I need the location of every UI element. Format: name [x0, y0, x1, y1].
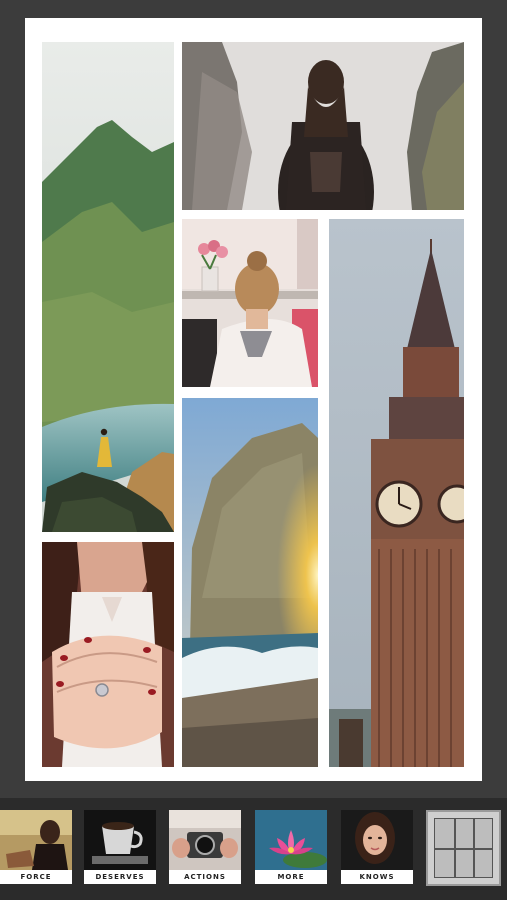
camera-photo-icon: [169, 810, 241, 870]
cell-sea-rock[interactable]: [182, 398, 318, 767]
grid-layout-icon: [434, 818, 493, 878]
thumbnail-force[interactable]: FORCE: [0, 810, 72, 884]
cell-mountain-lake[interactable]: [42, 42, 174, 532]
thumbnail-label: KNOWS: [341, 870, 413, 884]
woman-sitting-photo-icon: [0, 810, 72, 870]
thumbnail-more[interactable]: MORE: [255, 810, 327, 884]
thumbnail-label: FORCE: [0, 870, 72, 884]
thumbnail-label: DESERVES: [84, 870, 156, 884]
thumbnail-knows[interactable]: KNOWS: [341, 810, 413, 884]
layout-button[interactable]: [426, 810, 501, 886]
thumbnail-label: ACTIONS: [169, 870, 241, 884]
cell-hands-ring[interactable]: [42, 542, 174, 767]
thumbnail-deserves[interactable]: DESERVES: [84, 810, 156, 884]
cell-foggy-cliffs[interactable]: [182, 42, 464, 210]
collage-canvas: [25, 18, 482, 781]
lotus-flower-photo-icon: [255, 810, 327, 870]
cell-big-ben[interactable]: [329, 219, 464, 767]
portrait-photo-icon: [341, 810, 413, 870]
thumbnail-label: MORE: [255, 870, 327, 884]
thumbnail-actions[interactable]: ACTIONS: [169, 810, 241, 884]
coffee-cup-photo-icon: [84, 810, 156, 870]
collage-editor: [0, 0, 507, 798]
cell-woman-bun[interactable]: [182, 219, 318, 387]
